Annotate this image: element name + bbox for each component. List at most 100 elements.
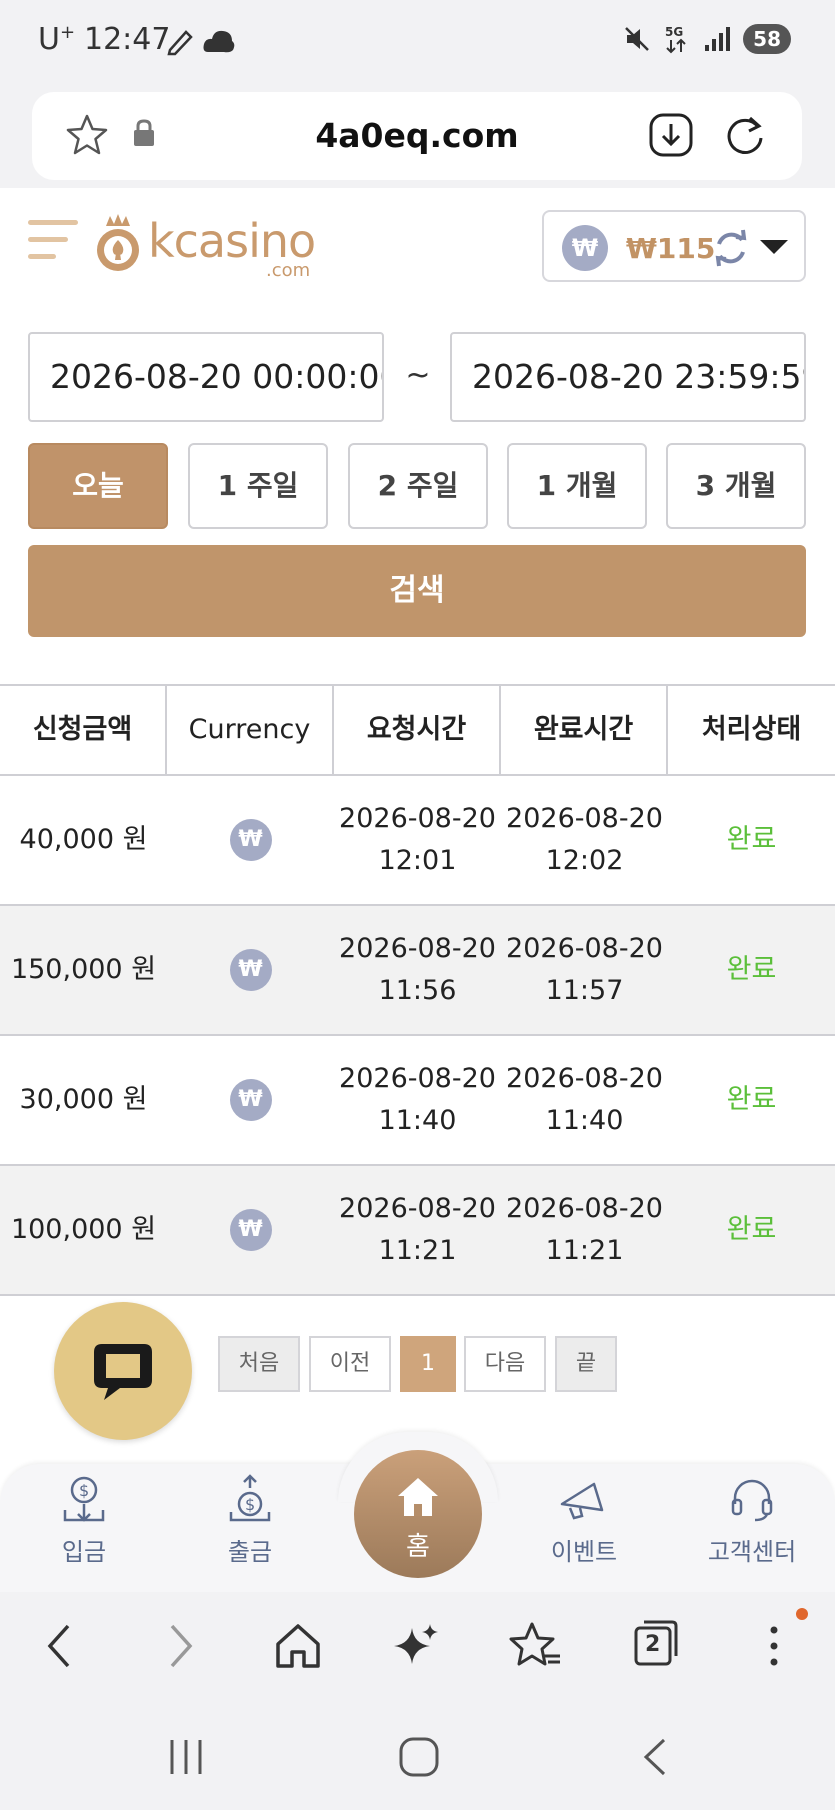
system-back-icon[interactable] [638,1736,672,1778]
transaction-table: 신청금액 Currency 요청시간 완료시간 처리상태 40,000 원 ₩ … [0,684,835,1296]
complete-time-cell: 2026-08-20 12:02 [506,803,663,876]
column-header-status: 처리상태 [701,714,802,745]
nav-support-label: 고객센터 [707,1538,797,1566]
table-row: 30,000 원 ₩ 2026-08-20 11:40 2026-08-20 11:… [0,1036,835,1166]
download-icon[interactable] [646,110,696,160]
search-button[interactable]: 검색 [28,545,806,637]
back-icon[interactable] [40,1618,80,1674]
pagination-page-1[interactable]: 1 [400,1336,456,1392]
period-2week-button[interactable]: 2 주일 [348,443,488,529]
pagination-last[interactable]: 끝 [555,1336,617,1392]
nav-deposit-label: 입금 [61,1538,107,1566]
request-time-cell: 2026-08-20 11:40 [339,1063,496,1136]
column-header-amount: 신청금액 [0,686,167,774]
request-time-cell: 2026-08-20 12:01 [339,803,496,876]
pagination-first[interactable]: 처음 [218,1336,300,1392]
status-notification-icons [166,26,236,56]
signal-icon [705,27,731,51]
won-coin-icon: ₩ [229,1079,272,1121]
request-time-cell: 2026-08-20 11:56 [339,933,496,1006]
browser-home-icon[interactable] [272,1618,324,1674]
nav-support[interactable]: 고객센터 [692,1474,812,1567]
status-bar: U+ 12:47 5G 58 [0,0,835,84]
start-date-input[interactable]: 2026-08-20 00:00:00 [28,332,384,422]
currency-cell: ₩ [167,1166,334,1294]
5g-icon: 5G [665,25,686,54]
logo-subtext: .com [266,260,311,281]
status-cell: 완료 [726,824,777,855]
nav-deposit[interactable]: $ 입금 [24,1474,144,1567]
browser-toolbar: 2 [0,1592,835,1702]
clock: 12:47 [84,22,171,57]
status-cell: 완료 [726,1084,777,1115]
column-header-complete-time: 완료시간 [501,686,668,774]
nav-withdraw[interactable]: $ 출금 [190,1474,310,1567]
menu-icon[interactable] [28,220,78,270]
notification-dot [796,1608,808,1620]
system-home-icon[interactable] [398,1736,440,1778]
tabs-icon[interactable]: 2 [632,1616,680,1670]
amount-cell: 150,000 원 [10,954,157,985]
carrier-label: U+ [38,22,76,57]
currency-cell: ₩ [167,776,334,904]
system-navigation-bar [0,1702,835,1810]
pagination-prev[interactable]: 이전 [309,1336,391,1392]
nav-event-label: 이벤트 [550,1538,618,1566]
period-1week-button[interactable]: 1 주일 [188,443,328,529]
svg-text:5G: 5G [665,25,683,39]
currency-cell: ₩ [167,906,334,1034]
end-date-input[interactable]: 2026-08-20 23:59:59 [450,332,806,422]
address-bar[interactable]: 4a0eq.com [32,92,802,180]
column-header-currency: Currency [167,686,334,774]
status-cell: 완료 [726,954,777,985]
table-header: 신청금액 Currency 요청시간 완료시간 처리상태 [0,684,835,776]
table-row: 150,000 원 ₩ 2026-08-20 11:56 2026-08-20 11… [0,906,835,1036]
period-today-button[interactable]: 오늘 [28,443,168,529]
more-menu-icon[interactable] [760,1618,788,1674]
cloud-icon [203,30,235,53]
currency-cell: ₩ [167,1036,334,1164]
won-coin-icon: ₩ [562,225,608,271]
balance-amount: ₩115 [626,232,716,265]
bookmarks-icon[interactable] [508,1618,564,1674]
site-logo[interactable]: kcasino .com [92,212,332,282]
table-row: 40,000 원 ₩ 2026-08-20 12:01 2026-08-20 12:… [0,776,835,906]
period-1month-button[interactable]: 1 개월 [507,443,647,529]
table-row: 100,000 원 ₩ 2026-08-20 11:21 2026-08-20 11… [0,1166,835,1296]
amount-cell: 40,000 원 [19,824,148,855]
home-icon [398,1478,438,1516]
balance-dropdown[interactable]: ₩ ₩115 [542,210,806,282]
request-time-cell: 2026-08-20 11:21 [339,1193,496,1266]
live-chat-button[interactable] [54,1302,192,1440]
refresh-icon[interactable] [712,228,750,268]
pagination-next[interactable]: 다음 [464,1336,546,1392]
period-3month-button[interactable]: 3 개월 [666,443,806,529]
column-header-request-time: 요청시간 [334,686,501,774]
forward-icon[interactable] [160,1618,200,1674]
reload-icon[interactable] [720,110,770,160]
battery-indicator: 58 [743,24,791,54]
complete-time-cell: 2026-08-20 11:21 [506,1193,663,1266]
nav-event[interactable]: 이벤트 [524,1474,644,1567]
headset-icon [731,1479,773,1522]
nav-withdraw-label: 출금 [227,1538,273,1566]
nav-home[interactable]: 홈 [354,1450,482,1578]
amount-cell: 30,000 원 [19,1084,148,1115]
complete-time-cell: 2026-08-20 11:57 [506,933,663,1006]
nav-home-label: 홈 [406,1532,430,1562]
tabs-count: 2 [645,1632,661,1657]
won-coin-icon: ₩ [229,949,272,991]
mute-icon [625,27,650,51]
site-header: kcasino .com ₩ ₩115 [0,188,835,298]
svg-text:$: $ [245,1495,255,1514]
amount-cell: 100,000 원 [10,1214,157,1245]
chevron-down-icon[interactable] [760,240,788,254]
status-cell: 완료 [726,1214,777,1245]
chat-bubble-icon [94,1344,152,1400]
recent-apps-icon[interactable] [166,1736,206,1778]
won-coin-icon: ₩ [229,1209,272,1251]
sparkle-icon[interactable] [390,1618,442,1674]
pen-icon [167,30,193,56]
casino-chip-icon [97,214,139,271]
deposit-icon: $ [63,1476,105,1522]
